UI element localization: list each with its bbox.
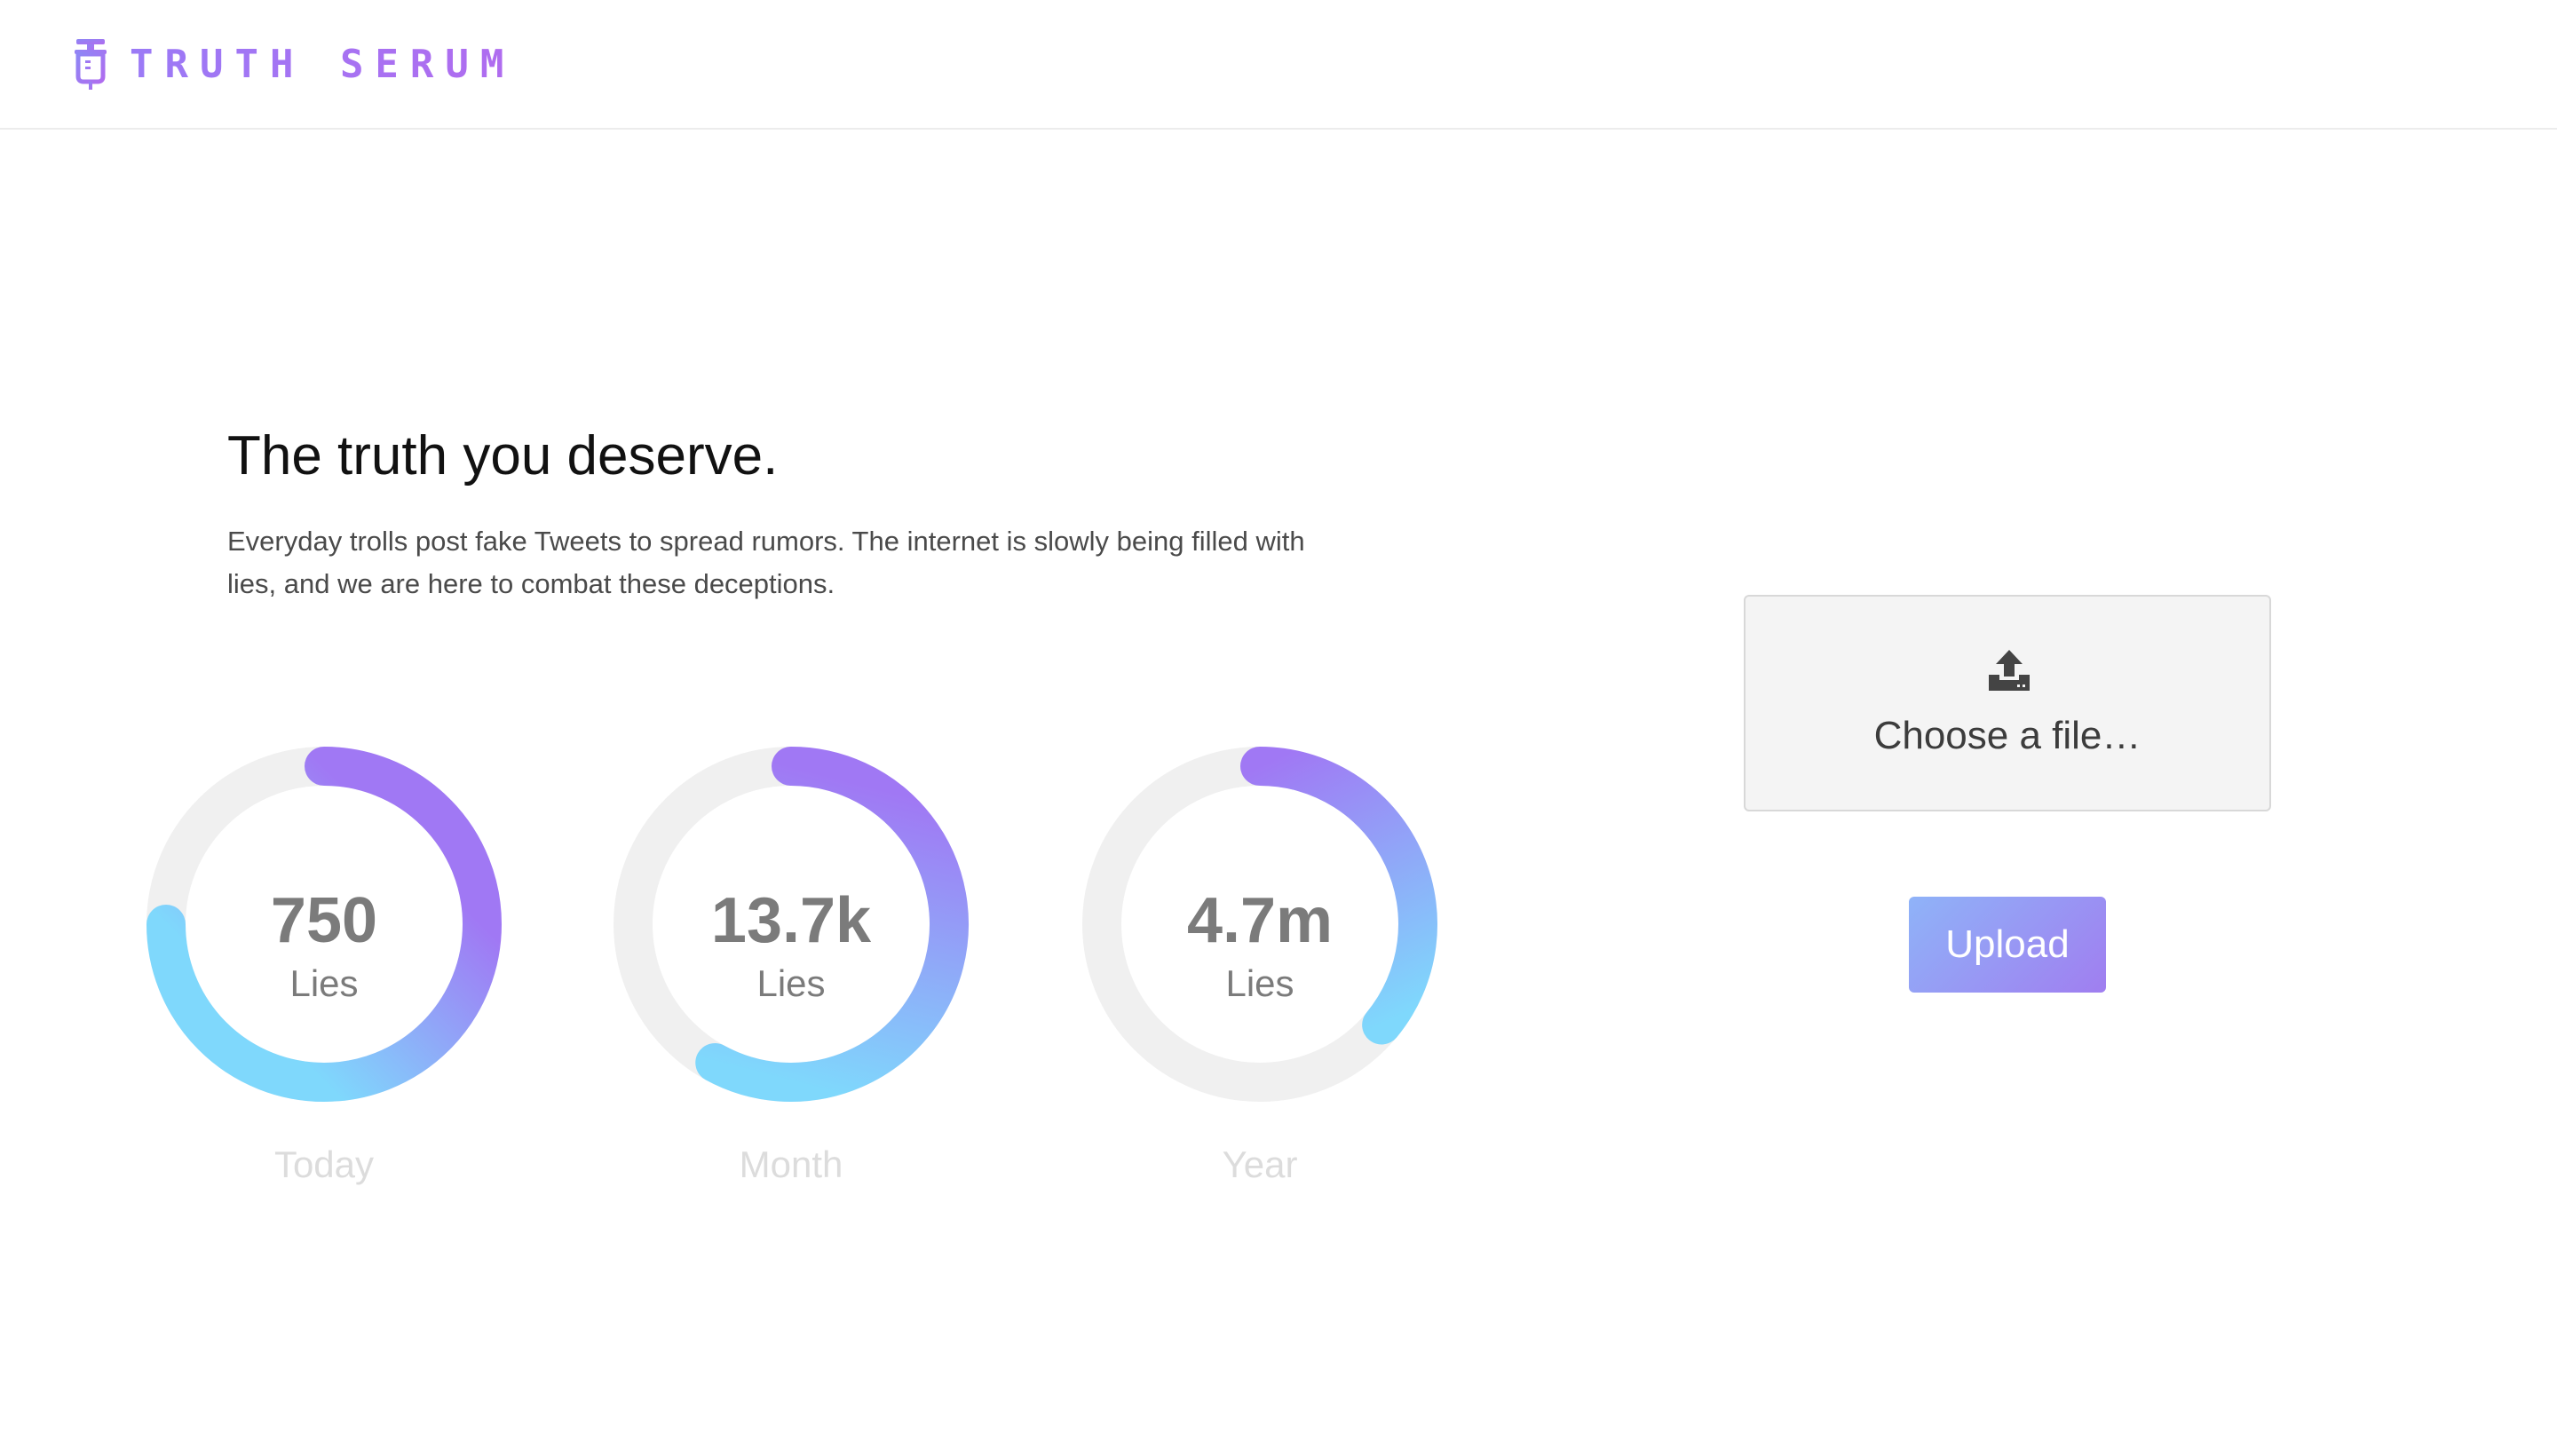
stat-value: 13.7k <box>710 885 872 956</box>
stat-label: Today <box>273 1143 375 1185</box>
stat-month: 13.7k Lies Month <box>609 742 973 1186</box>
stat-label: Year <box>1222 1143 1298 1185</box>
stat-unit: Lies <box>756 962 826 1004</box>
upload-icon <box>1989 650 2030 691</box>
hero-description: Everyday trolls post fake Tweets to spre… <box>227 526 1305 599</box>
upload-button[interactable]: Upload <box>1909 897 2106 993</box>
page-title: The truth you deserve. <box>227 425 779 487</box>
stat-unit: Lies <box>289 962 359 1004</box>
stat-value: 4.7m <box>1186 885 1334 956</box>
brand-logo[interactable]: TRUTH SERUM <box>71 37 515 91</box>
stat-label: Month <box>739 1143 843 1185</box>
brand-name: TRUTH SERUM <box>130 41 516 87</box>
file-chooser[interactable]: Choose a file… <box>1744 595 2271 811</box>
stat-year: 4.7m Lies Year <box>1078 742 1442 1186</box>
stat-value: 750 <box>270 885 378 956</box>
syringe-icon <box>75 39 107 90</box>
choose-file-label: Choose a file… <box>1873 714 2141 757</box>
stat-today: 750 Lies Today <box>142 742 506 1186</box>
navbar: TRUTH SERUM <box>0 0 2557 130</box>
stat-unit: Lies <box>1225 962 1294 1004</box>
